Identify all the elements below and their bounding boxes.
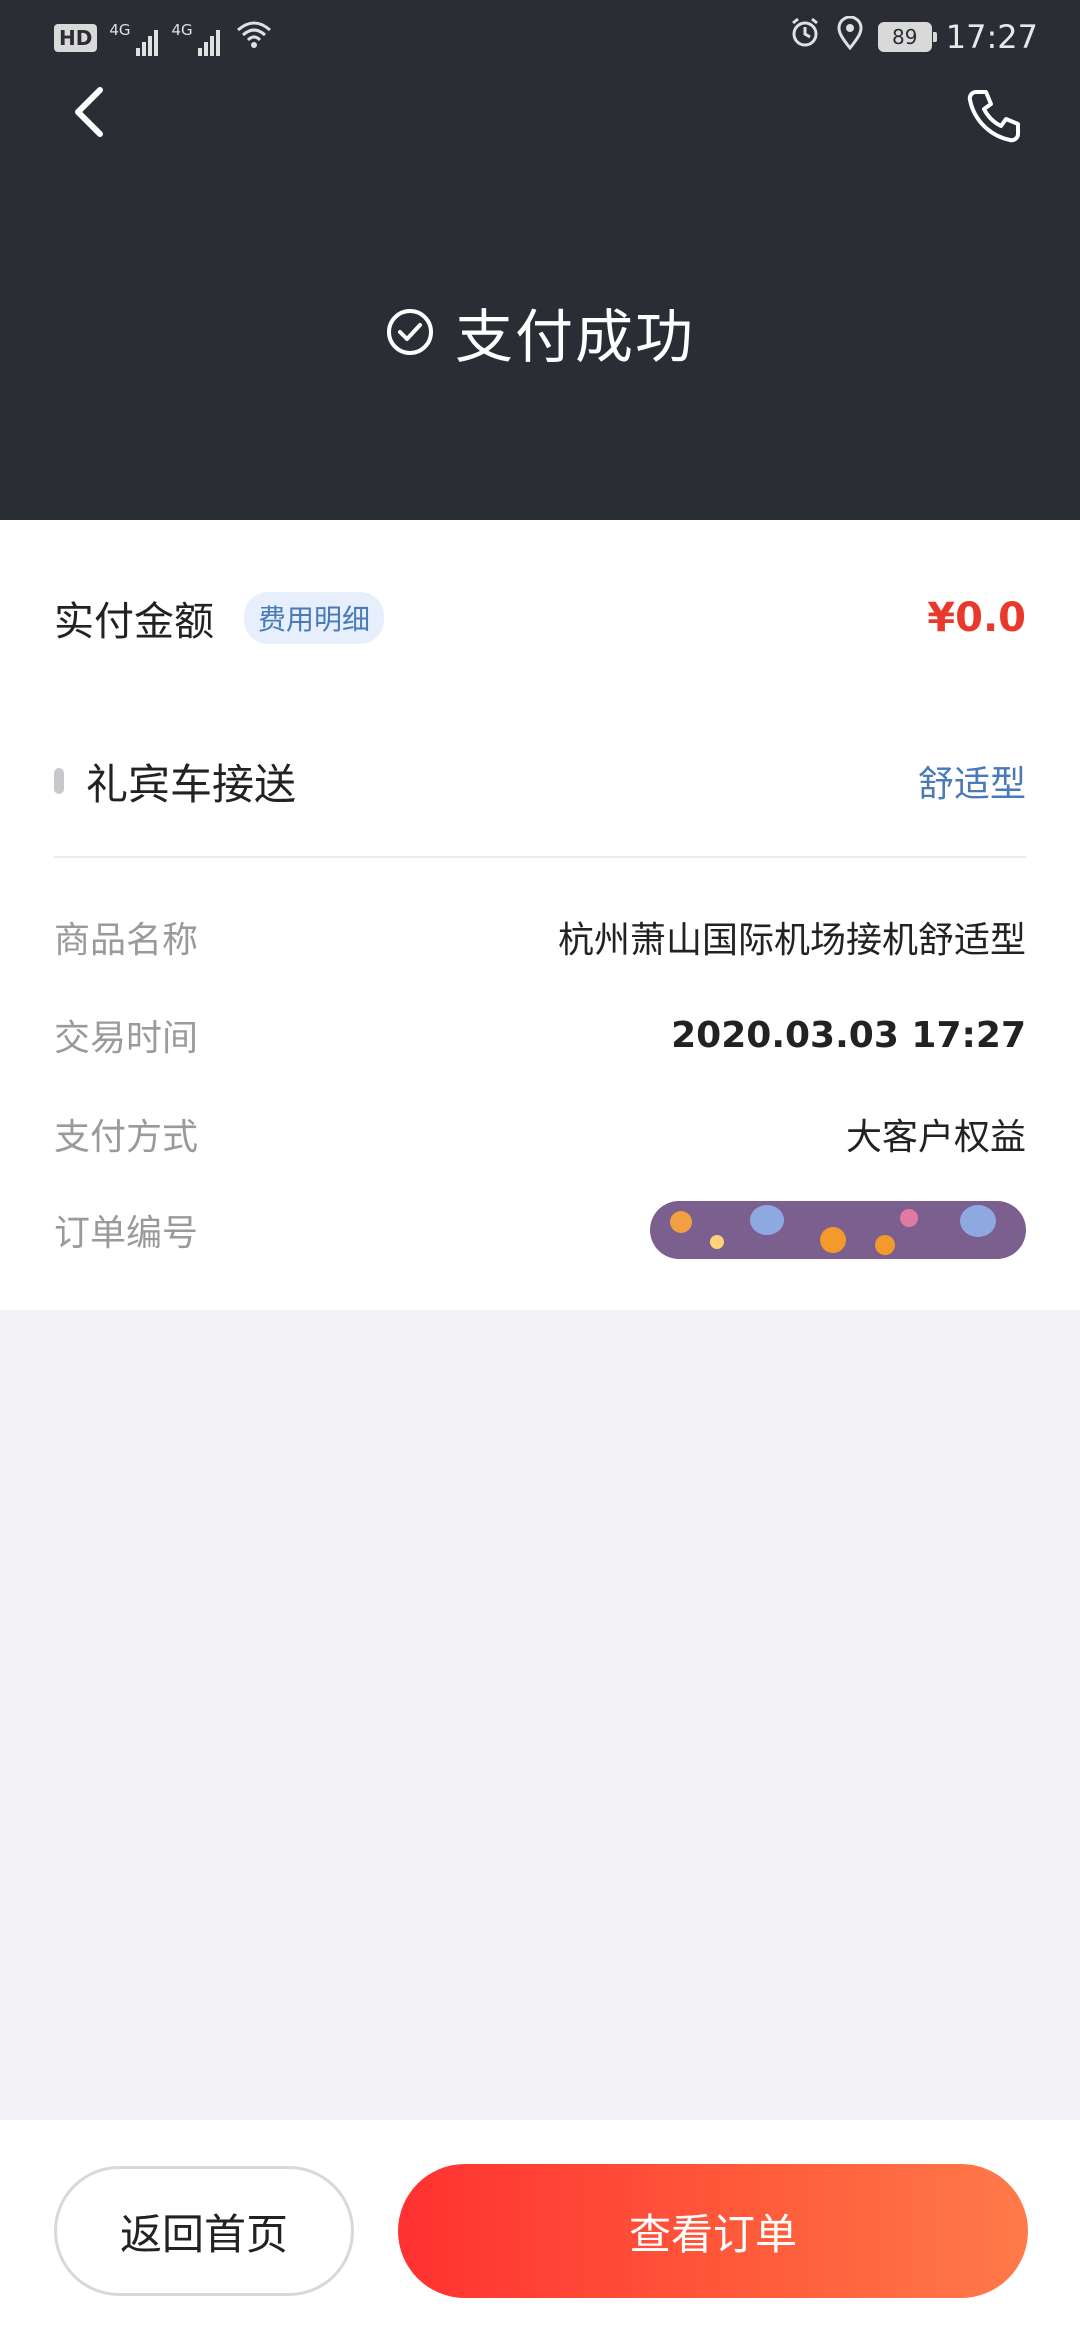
header: HD 4G 4G 89 17:27 支付成功 [0, 0, 1080, 520]
cellular-signal-icon: 4G [109, 21, 159, 56]
payment-details-card: 实付金额 费用明细 ¥0.0 礼宾车接送 舒适型 商品名称 杭州萧山国际机场接机… [0, 520, 1080, 1310]
info-value: 2020.03.03 17:27 [671, 1014, 1026, 1056]
fee-detail-button[interactable]: 费用明细 [244, 592, 385, 644]
status-bar: HD 4G 4G 89 17:27 [0, 0, 1080, 72]
info-row-payment-method: 支付方式 大客户权益 [54, 1104, 1026, 1164]
chevron-left-icon [75, 87, 103, 137]
info-row-product: 商品名称 杭州萧山国际机场接机舒适型 [54, 907, 1026, 967]
info-row-time: 交易时间 2020.03.03 17:27 [54, 1005, 1026, 1065]
info-value: 大客户权益 [845, 1117, 1026, 1158]
amount-label: 实付金额 [54, 599, 214, 645]
cellular-signal-icon-2: 4G [172, 21, 222, 56]
page-title: 支付成功 [454, 303, 695, 371]
payment-status: 支付成功 [0, 290, 1080, 374]
wifi-icon [234, 18, 274, 58]
battery-icon: 89 [877, 22, 937, 52]
service-type: 舒适型 [917, 764, 1026, 805]
info-key: 交易时间 [54, 1018, 199, 1059]
amount-value: ¥0.0 [927, 595, 1026, 641]
back-to-home-button[interactable]: 返回首页 [54, 2166, 354, 2296]
redacted-order-number [650, 1201, 1026, 1259]
check-circle-icon [386, 309, 433, 355]
location-icon [836, 15, 864, 58]
back-button[interactable] [60, 82, 120, 142]
service-name: 礼宾车接送 [86, 759, 297, 809]
view-order-button[interactable]: 查看订单 [398, 2164, 1028, 2298]
info-value: 杭州萧山国际机场接机舒适型 [557, 920, 1026, 961]
info-key: 支付方式 [54, 1117, 199, 1158]
call-button[interactable] [962, 84, 1026, 148]
info-key: 订单编号 [54, 1213, 199, 1254]
bottom-action-bar: 返回首页 查看订单 [0, 2120, 1080, 2340]
info-row-order-number: 订单编号 [54, 1200, 1026, 1260]
service-row: 礼宾车接送 舒适型 [54, 736, 1026, 826]
alarm-icon [788, 16, 822, 58]
amount-row: 实付金额 费用明细 ¥0.0 [54, 576, 1026, 660]
status-time: 17:27 [945, 18, 1038, 56]
phone-icon [967, 90, 1020, 143]
info-key: 商品名称 [54, 920, 199, 961]
section-marker [54, 768, 64, 794]
hd-badge: HD [54, 24, 98, 52]
divider [54, 856, 1026, 858]
